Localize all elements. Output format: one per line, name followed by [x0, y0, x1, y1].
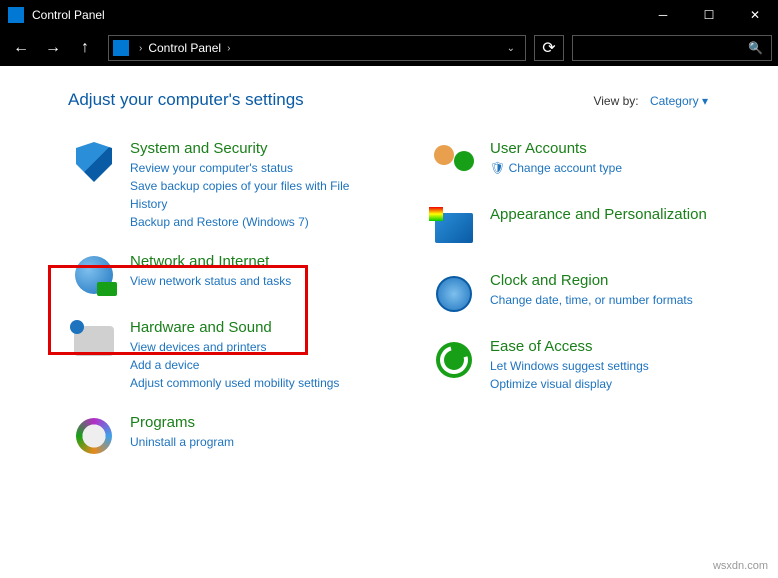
refresh-button[interactable]: ⟳ — [534, 35, 564, 61]
category-link[interactable]: 🛡 Change account type — [490, 159, 622, 177]
up-button[interactable]: ↑ — [70, 33, 100, 63]
clock-icon — [432, 272, 476, 316]
view-by: View by: Category ▾ — [593, 94, 708, 108]
category-link[interactable]: Review your computer's status — [130, 159, 384, 177]
category-title[interactable]: Appearance and Personalization — [490, 206, 707, 223]
category-user-accounts: User Accounts 🛡 Change account type — [428, 138, 748, 186]
category-network-internet: Network and Internet View network status… — [68, 251, 388, 299]
category-link[interactable]: Save backup copies of your files with Fi… — [130, 177, 384, 213]
category-clock-region: Clock and Region Change date, time, or n… — [428, 270, 748, 318]
chevron-right-icon[interactable]: › — [139, 43, 142, 54]
category-link[interactable]: Let Windows suggest settings — [490, 357, 649, 375]
app-icon — [8, 7, 24, 23]
category-link[interactable]: Add a device — [130, 356, 339, 374]
category-hardware-sound: Hardware and Sound View devices and prin… — [68, 317, 388, 394]
right-column: User Accounts 🛡 Change account type Appe… — [428, 138, 748, 478]
category-link[interactable]: Backup and Restore (Windows 7) — [130, 213, 384, 231]
nav-bar: ← → ↑ › Control Panel › ⌄ ⟳ 🔍 — [0, 30, 778, 66]
category-system-security: System and Security Review your computer… — [68, 138, 388, 233]
category-programs: Programs Uninstall a program — [68, 412, 388, 460]
minimize-button[interactable]: ─ — [640, 0, 686, 30]
close-button[interactable]: ✕ — [732, 0, 778, 30]
back-button[interactable]: ← — [6, 33, 36, 63]
category-title[interactable]: Clock and Region — [490, 272, 693, 289]
disc-icon — [72, 414, 116, 458]
category-title[interactable]: Programs — [130, 414, 234, 431]
maximize-button[interactable]: ☐ — [686, 0, 732, 30]
forward-button[interactable]: → — [38, 33, 68, 63]
category-title[interactable]: System and Security — [130, 140, 384, 157]
category-title[interactable]: Ease of Access — [490, 338, 649, 355]
category-title[interactable]: Network and Internet — [130, 253, 291, 270]
shield-icon — [72, 140, 116, 184]
search-input[interactable]: 🔍 — [572, 35, 772, 61]
category-title[interactable]: User Accounts — [490, 140, 622, 157]
category-link[interactable]: Optimize visual display — [490, 375, 649, 393]
watermark: wsxdn.com — [713, 560, 768, 572]
chevron-right-icon[interactable]: › — [227, 43, 230, 54]
search-icon: 🔍 — [748, 41, 763, 55]
address-bar[interactable]: › Control Panel › ⌄ — [108, 35, 526, 61]
left-column: System and Security Review your computer… — [68, 138, 388, 478]
category-link[interactable]: Change date, time, or number formats — [490, 291, 693, 309]
chevron-down-icon[interactable]: ⌄ — [501, 43, 521, 54]
category-link[interactable]: Uninstall a program — [130, 433, 234, 451]
category-appearance: Appearance and Personalization — [428, 204, 748, 252]
ease-icon — [432, 338, 476, 382]
content-area: Adjust your computer's settings View by:… — [0, 66, 778, 578]
window-title: Control Panel — [32, 8, 640, 22]
category-link[interactable]: Adjust commonly used mobility settings — [130, 374, 339, 392]
breadcrumb-root[interactable]: Control Panel — [148, 41, 221, 55]
view-by-dropdown[interactable]: Category ▾ — [650, 94, 708, 108]
printer-icon — [72, 319, 116, 363]
breadcrumb-icon — [113, 40, 129, 56]
monitor-icon — [432, 206, 476, 250]
category-link[interactable]: View devices and printers — [130, 338, 339, 356]
category-title[interactable]: Hardware and Sound — [130, 319, 339, 336]
globe-icon — [72, 253, 116, 297]
category-ease-of-access: Ease of Access Let Windows suggest setti… — [428, 336, 748, 395]
view-by-label: View by: — [593, 94, 638, 108]
users-icon — [432, 140, 476, 184]
category-link[interactable]: View network status and tasks — [130, 272, 291, 290]
title-bar: Control Panel ─ ☐ ✕ — [0, 0, 778, 30]
